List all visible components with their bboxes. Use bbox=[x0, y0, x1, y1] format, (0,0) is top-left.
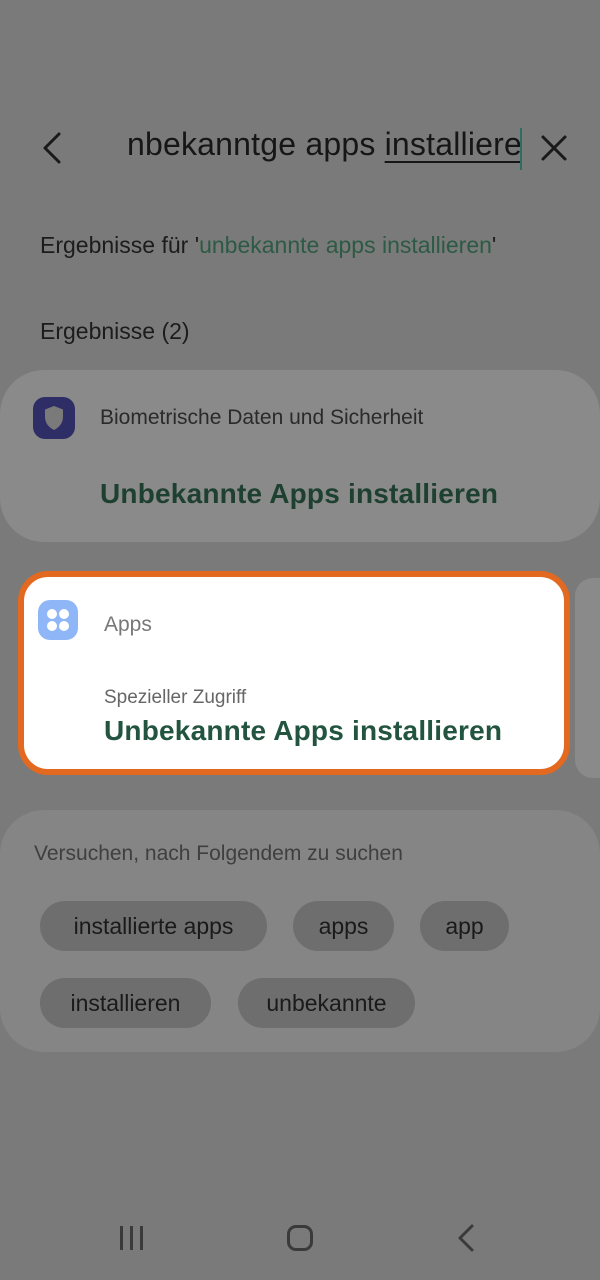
shield-icon bbox=[33, 397, 75, 439]
search-text-underlined: installiere bbox=[384, 126, 522, 162]
results-query: unbekannte apps installieren bbox=[199, 232, 492, 258]
suggestion-chip[interactable]: apps bbox=[293, 901, 394, 951]
clear-search-button[interactable] bbox=[532, 124, 576, 172]
results-for-prefix: Ergebnisse für ' bbox=[40, 232, 200, 258]
text-cursor bbox=[520, 128, 522, 170]
suggestion-chip[interactable]: installierte apps bbox=[40, 901, 267, 951]
search-text-plain: nbekanntge apps bbox=[126, 126, 385, 162]
suggestion-chip[interactable]: app bbox=[420, 901, 509, 951]
chevron-left-icon bbox=[43, 132, 61, 164]
home-icon[interactable] bbox=[287, 1225, 313, 1251]
result-title[interactable]: Unbekannte Apps installieren bbox=[104, 715, 502, 747]
nav-back-icon[interactable] bbox=[456, 1223, 476, 1258]
system-navigation-bar bbox=[0, 1196, 600, 1280]
close-icon bbox=[541, 135, 567, 161]
suggestion-chip[interactable]: unbekannte bbox=[238, 978, 415, 1028]
search-input-text: nbekanntge apps installiere bbox=[127, 126, 522, 163]
recent-apps-icon[interactable] bbox=[118, 1226, 146, 1250]
result-subtitle: Spezieller Zugriff bbox=[104, 687, 247, 708]
result-category: Apps bbox=[104, 613, 152, 636]
back-button[interactable] bbox=[30, 124, 74, 172]
search-bar: nbekanntge apps installiere bbox=[0, 100, 600, 196]
result-title[interactable]: Unbekannte Apps installieren bbox=[100, 478, 498, 510]
results-for-suffix: ' bbox=[491, 232, 497, 258]
results-for-label: Ergebnisse für 'unbekannte apps installi… bbox=[40, 232, 496, 259]
suggestion-chip[interactable]: installieren bbox=[40, 978, 211, 1028]
suggestions-heading: Versuchen, nach Folgendem zu suchen bbox=[34, 842, 403, 865]
result-category: Biometrische Daten und Sicherheit bbox=[100, 406, 424, 429]
result-card-security[interactable] bbox=[0, 370, 600, 542]
search-input[interactable]: nbekanntge apps installiere bbox=[100, 120, 524, 176]
results-count: Ergebnisse (2) bbox=[40, 318, 190, 344]
apps-grid-icon bbox=[38, 600, 78, 640]
card-edge bbox=[575, 578, 600, 778]
result-card-apps-highlighted[interactable]: Apps Spezieller Zugriff Unbekannte Apps … bbox=[18, 571, 570, 775]
